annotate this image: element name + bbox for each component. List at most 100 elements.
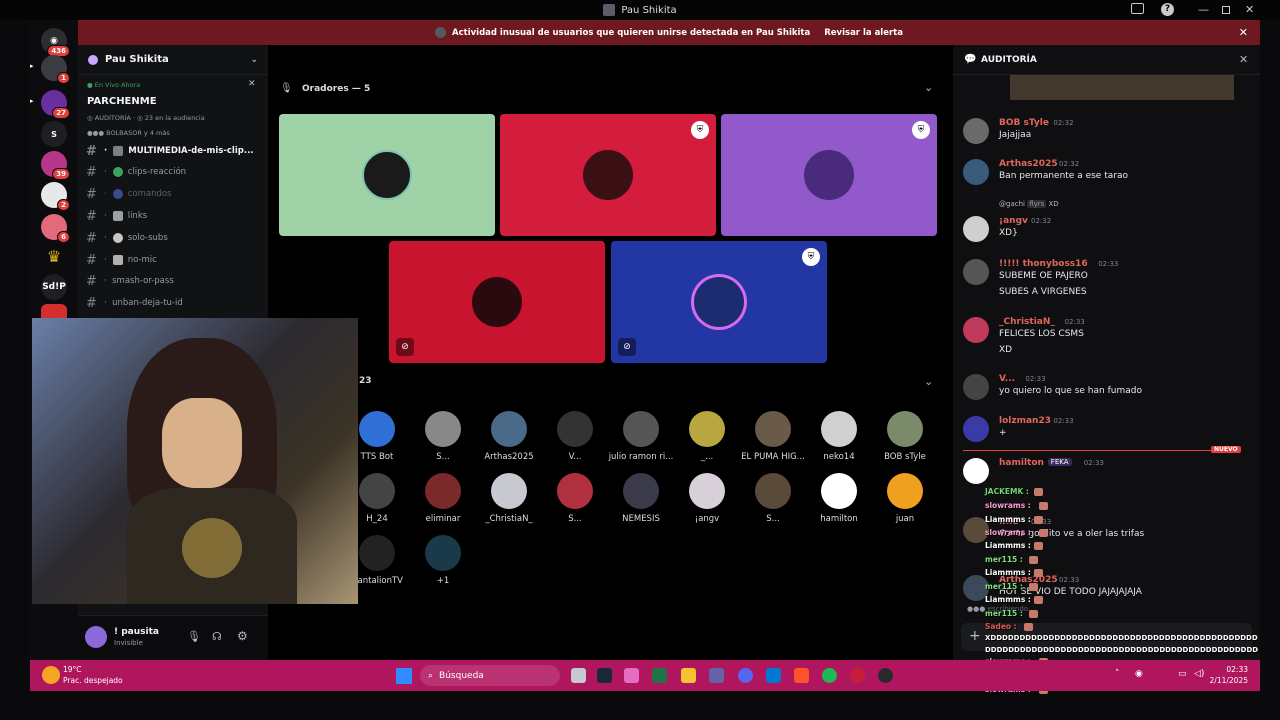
audience-member[interactable]: S... — [410, 411, 476, 462]
message-author[interactable]: lolzman23 — [999, 416, 1051, 426]
audience-member[interactable]: Arthas2025 — [476, 411, 542, 462]
avatar[interactable] — [963, 216, 989, 242]
channel-multimedia[interactable]: # · MULTIMEDIA-de-mis-clip... — [86, 142, 261, 160]
reply-preview[interactable]: @gachi flyrs XD — [999, 200, 1059, 208]
speaker-tile[interactable]: ⛨ ⊘ — [611, 241, 827, 363]
inbox-icon[interactable] — [1131, 3, 1144, 14]
tray-app-icon[interactable]: ◉ — [1135, 669, 1143, 679]
outlook-icon[interactable] — [766, 668, 781, 683]
app-icon[interactable] — [850, 668, 865, 683]
audience-member[interactable]: _ChristiaN_ — [476, 473, 542, 524]
message-author[interactable]: hamilton — [999, 458, 1044, 468]
server-icon[interactable]: 1 — [41, 55, 70, 84]
close-window-icon[interactable]: ✕ — [1245, 3, 1254, 16]
speaker-tile[interactable] — [279, 114, 495, 236]
audience-member[interactable]: julio ramon ri... — [608, 411, 674, 462]
message-author[interactable]: !!!!! thonyboss16 — [999, 259, 1088, 269]
stage-name[interactable]: PARCHENME — [87, 96, 157, 107]
windows-start-icon[interactable] — [396, 668, 412, 684]
audience-member[interactable]: NÉMESIS — [608, 473, 674, 524]
audience-member[interactable]: hamilton — [806, 473, 872, 524]
audience-member[interactable]: BOB sTyle — [872, 411, 938, 462]
message-author[interactable]: V... — [999, 374, 1015, 384]
message-author[interactable]: Arthas2025 — [999, 159, 1058, 169]
server-icon[interactable]: S — [41, 121, 67, 147]
weather-icon[interactable] — [42, 666, 60, 684]
task-view-icon[interactable] — [571, 668, 586, 683]
channel-links[interactable]: # · links — [86, 207, 261, 225]
clock-date[interactable]: 2/11/2025 — [1198, 676, 1248, 685]
channel-comandos[interactable]: # · comandos — [86, 185, 261, 203]
direct-messages-icon[interactable]: ◉ 436 — [41, 28, 70, 57]
file-explorer-icon[interactable] — [681, 668, 696, 683]
tray-chevron-icon[interactable]: ˄ — [1115, 669, 1120, 679]
discord-icon[interactable] — [738, 668, 753, 683]
avatar[interactable] — [963, 159, 989, 185]
audience-member[interactable]: S... — [542, 473, 608, 524]
avatar[interactable] — [963, 458, 989, 484]
microphone-icon[interactable]: 🎙 — [187, 630, 201, 643]
audience-member[interactable]: V... — [542, 411, 608, 462]
review-alert-link[interactable]: Revisar la alerta — [824, 28, 903, 38]
crown-server-icon[interactable]: ♛ — [41, 243, 67, 269]
speaker-tile[interactable]: ⛨ — [500, 114, 716, 236]
settings-gear-icon[interactable]: ⚙ — [237, 629, 248, 643]
live-status: ● En Vivo Ahora — [87, 81, 141, 89]
audience-member[interactable]: +1 — [410, 535, 476, 586]
avatar[interactable] — [963, 317, 989, 343]
steam-icon[interactable] — [597, 668, 612, 683]
taskbar-search[interactable]: ⌕ Búsqueda — [420, 665, 560, 686]
avatar[interactable] — [963, 259, 989, 285]
brave-icon[interactable] — [794, 668, 809, 683]
spotify-icon[interactable] — [822, 668, 837, 683]
channel-clips-reaccion[interactable]: # · clips-reacción — [86, 163, 261, 181]
audience-member[interactable]: eliminar — [410, 473, 476, 524]
avatar[interactable] — [963, 416, 989, 442]
audience-member[interactable]: juan — [872, 473, 938, 524]
headphones-icon[interactable]: ☊ — [212, 630, 222, 643]
obs-icon[interactable] — [878, 668, 893, 683]
server-header[interactable]: Pau Shikita ⌄ — [78, 45, 268, 75]
channel-unban[interactable]: # · unban-deja-tu-id — [86, 294, 261, 312]
avatar[interactable] — [85, 626, 107, 648]
audience-member[interactable]: S... — [740, 473, 806, 524]
message-text: Ban permanente a ese tarao — [999, 171, 1128, 181]
audience-member[interactable]: ¡angv — [674, 473, 740, 524]
message-author[interactable]: _ChristiaN_ — [999, 317, 1055, 327]
audience-member[interactable]: EL PUMA HIG... — [740, 411, 806, 462]
emote-icon — [1029, 610, 1038, 618]
server-icon[interactable]: 39 — [41, 151, 70, 180]
add-attachment-icon[interactable]: + — [969, 628, 981, 644]
minimize-icon[interactable]: — — [1198, 3, 1209, 16]
message-author[interactable]: ¡angv — [999, 216, 1028, 226]
collapse-speakers-icon[interactable]: ⌄ — [924, 81, 933, 94]
help-icon[interactable]: ? — [1161, 3, 1174, 16]
teams-icon[interactable] — [709, 668, 724, 683]
close-panel-icon[interactable]: ✕ — [1239, 53, 1248, 66]
clock-time[interactable]: 02:33 — [1208, 665, 1248, 674]
audience-member[interactable]: _... — [674, 411, 740, 462]
channel-no-mic[interactable]: # · no-mic — [86, 251, 261, 269]
server-icon[interactable]: 6 — [41, 214, 70, 243]
chevron-down-icon[interactable]: ⌄ — [250, 55, 258, 65]
avatar[interactable] — [963, 374, 989, 400]
audience-member[interactable]: neko14 — [806, 411, 872, 462]
server-icon[interactable]: Sd!P — [41, 274, 67, 300]
server-icon[interactable]: 2 — [41, 182, 70, 211]
speaker-tile[interactable]: ⛨ — [721, 114, 937, 236]
channel-solo-subs[interactable]: # · solo-subs — [86, 229, 261, 247]
message-author[interactable]: BOB sTyle — [999, 118, 1049, 128]
speaker-tile[interactable]: ⊘ — [389, 241, 605, 363]
overlay-chat-user: Sadeo : — [985, 622, 1017, 631]
maximize-icon[interactable] — [1222, 6, 1230, 14]
excel-icon[interactable] — [652, 668, 667, 683]
server-icon[interactable]: 27 — [41, 90, 70, 119]
app-icon[interactable] — [624, 668, 639, 683]
channel-smash-or-pass[interactable]: # · smash-or-pass — [86, 272, 261, 290]
close-alert-icon[interactable]: ✕ — [1239, 26, 1248, 39]
avatar[interactable] — [963, 118, 989, 144]
message-text: FELICES LOS CSMS — [999, 329, 1084, 339]
close-live-icon[interactable]: ✕ — [248, 79, 256, 89]
network-icon[interactable]: ▭ — [1178, 669, 1187, 679]
collapse-audience-icon[interactable]: ⌄ — [924, 375, 933, 388]
